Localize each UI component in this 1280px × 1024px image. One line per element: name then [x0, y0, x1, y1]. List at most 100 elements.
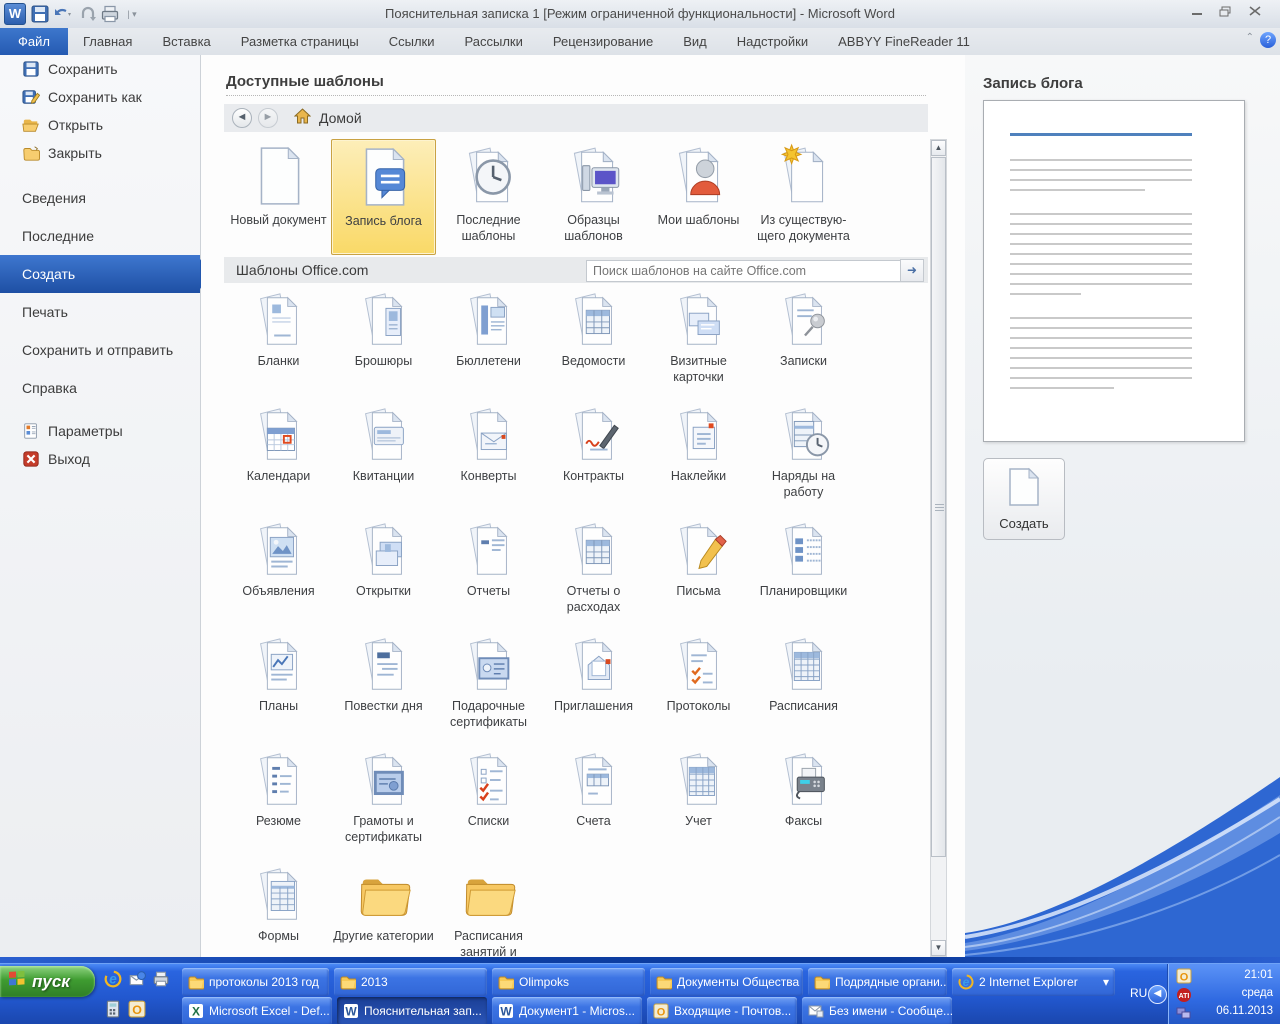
tab-вид[interactable]: Вид	[668, 28, 722, 55]
home-icon[interactable]	[294, 108, 311, 129]
taskbar-button[interactable]: XMicrosoft Excel - Def...	[182, 997, 332, 1024]
start-button[interactable]: пуск	[0, 966, 95, 997]
sidebar-item-2[interactable]: Открыть	[0, 111, 200, 139]
tab-разметка-страницы[interactable]: Разметка страницы	[226, 28, 374, 55]
forward-button[interactable]: ►	[258, 108, 278, 128]
taskbar-button[interactable]: Подрядные органи...	[808, 968, 947, 996]
taskbar-button[interactable]: WПояснительная зап...	[337, 997, 487, 1024]
template-item[interactable]: Списки	[436, 747, 541, 862]
vertical-scrollbar[interactable]: ▲ ▼	[930, 139, 947, 957]
template-item[interactable]: Протоколы	[646, 632, 751, 747]
scroll-down-button[interactable]: ▼	[931, 940, 946, 956]
taskbar-button[interactable]: e2 Internet Explorer▾	[952, 968, 1115, 996]
tab-рецензирование[interactable]: Рецензирование	[538, 28, 668, 55]
sidebar-item-7[interactable]: Печать	[0, 293, 200, 331]
template-item[interactable]: Учет	[646, 747, 751, 862]
sidebar-item-10[interactable]: Параметры	[0, 417, 200, 445]
template-item[interactable]: Планы	[226, 632, 331, 747]
sidebar-item-8[interactable]: Сохранить и отправить	[0, 331, 200, 369]
word-logo-icon[interactable]: W	[4, 3, 26, 25]
template-item[interactable]: Записки	[751, 287, 856, 402]
sidebar-item-1[interactable]: Сохранить как	[0, 83, 200, 111]
template-item[interactable]: Запись блога	[331, 139, 436, 255]
sidebar-item-6[interactable]: Создать	[0, 255, 200, 293]
template-item[interactable]: Расписания	[751, 632, 856, 747]
restore-button[interactable]	[1214, 6, 1236, 22]
back-button[interactable]: ◄	[232, 108, 252, 128]
taskbar-button[interactable]: Документы Общества	[650, 968, 803, 996]
template-item[interactable]: Повестки дня	[331, 632, 436, 747]
sidebar-item-3[interactable]: Закрыть	[0, 139, 200, 167]
sidebar-item-4[interactable]: Сведения	[0, 179, 200, 217]
tab-abbyy-finereader-11[interactable]: ABBYY FineReader 11	[823, 28, 985, 55]
quick-launch-calculator-icon[interactable]	[104, 1000, 122, 1018]
template-item[interactable]: Подарочные сертификаты	[436, 632, 541, 747]
template-item[interactable]: Визитные карточки	[646, 287, 751, 402]
taskbar-button[interactable]: Olimpoks	[492, 968, 645, 996]
template-item[interactable]: Бюллетени	[436, 287, 541, 402]
home-breadcrumb[interactable]: Домой	[319, 110, 362, 126]
template-item[interactable]: Наклейки	[646, 402, 751, 517]
template-item[interactable]: Отчеты о расходах	[541, 517, 646, 632]
close-button[interactable]	[1244, 6, 1266, 22]
tray-outlook-icon[interactable]: O	[1176, 968, 1192, 984]
scrollbar-thumb[interactable]	[931, 157, 946, 857]
template-item[interactable]: Бланки	[226, 287, 331, 402]
template-item[interactable]: Контракты	[541, 402, 646, 517]
quick-launch-printer-icon[interactable]	[152, 970, 170, 988]
quick-launch-outlook-icon[interactable]: O	[128, 1000, 146, 1018]
help-button[interactable]: ?	[1260, 32, 1276, 48]
sidebar-item-0[interactable]: Сохранить	[0, 55, 200, 83]
taskbar-button[interactable]: протоколы 2013 год	[182, 968, 329, 996]
template-item[interactable]: Объявления	[226, 517, 331, 632]
redo-button[interactable]	[78, 4, 98, 24]
group-dropdown-icon[interactable]: ▾	[1103, 975, 1109, 989]
tab-вставка[interactable]: Вставка	[147, 28, 225, 55]
search-go-button[interactable]: ➜	[900, 259, 924, 282]
taskbar-button[interactable]: 2013	[334, 968, 487, 996]
template-item[interactable]: Открытки	[331, 517, 436, 632]
template-item[interactable]: Квитанции	[331, 402, 436, 517]
template-item[interactable]: Конверты	[436, 402, 541, 517]
tab-ссылки[interactable]: Ссылки	[374, 28, 450, 55]
quick-launch-outlook-express-icon[interactable]	[128, 970, 146, 988]
template-item[interactable]: Брошюры	[331, 287, 436, 402]
taskbar-button[interactable]: Без имени - Сообще...	[802, 997, 952, 1024]
template-item[interactable]: Мои шаблоны	[646, 139, 751, 255]
taskbar-button[interactable]: OВходящие - Почтов...	[647, 997, 797, 1024]
tab-рассылки[interactable]: Рассылки	[450, 28, 538, 55]
create-button[interactable]: Создать	[983, 458, 1065, 540]
template-item[interactable]: Резюме	[226, 747, 331, 862]
language-indicator[interactable]: RU	[1130, 986, 1147, 1000]
template-item[interactable]: Письма	[646, 517, 751, 632]
tray-collapse-icon[interactable]: ◀	[1148, 985, 1167, 1004]
template-item[interactable]: Образцы шаблонов	[541, 139, 646, 255]
sidebar-item-5[interactable]: Последние	[0, 217, 200, 255]
template-item[interactable]: Наряды на работу	[751, 402, 856, 517]
collapse-ribbon-icon[interactable]: ⌃	[1246, 32, 1254, 48]
tab-надстройки[interactable]: Надстройки	[722, 28, 823, 55]
print-button[interactable]	[100, 4, 120, 24]
taskbar-button[interactable]: WДокумент1 - Micros...	[492, 997, 642, 1024]
template-item[interactable]: Планировщики	[751, 517, 856, 632]
sidebar-item-11[interactable]: Выход	[0, 445, 200, 473]
template-item[interactable]: Последние шаблоны	[436, 139, 541, 255]
template-item[interactable]: Календари	[226, 402, 331, 517]
undo-button[interactable]	[52, 4, 72, 24]
qat-customize-button[interactable]: | ▾	[122, 4, 142, 24]
template-item[interactable]: Приглашения	[541, 632, 646, 747]
sidebar-item-9[interactable]: Справка	[0, 369, 200, 407]
template-item[interactable]: Из существую-щего документа	[751, 139, 856, 255]
tray-network-icon[interactable]	[1176, 1005, 1192, 1021]
template-item[interactable]: Грамоты и сертификаты	[331, 747, 436, 862]
tab-главная[interactable]: Главная	[68, 28, 147, 55]
quick-launch-internet-explorer-icon[interactable]: e	[104, 970, 122, 988]
template-item[interactable]: Факсы	[751, 747, 856, 862]
tray-ati-icon[interactable]: ATI	[1176, 987, 1192, 1003]
scroll-up-button[interactable]: ▲	[931, 140, 946, 156]
template-item[interactable]: Отчеты	[436, 517, 541, 632]
template-item[interactable]: Счета	[541, 747, 646, 862]
template-item[interactable]: Новый документ	[226, 139, 331, 255]
template-search-input[interactable]	[586, 260, 908, 282]
tab-file[interactable]: Файл	[0, 28, 68, 55]
